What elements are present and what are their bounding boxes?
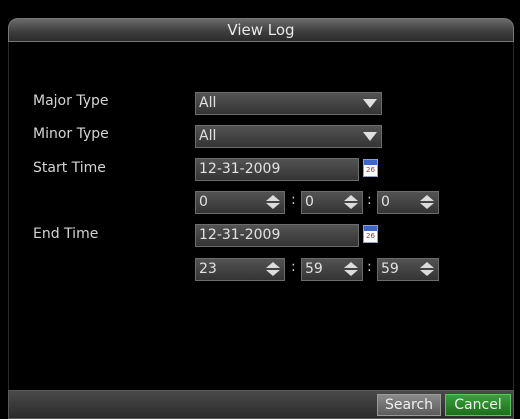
chevron-down-icon [363, 99, 377, 108]
spinner-icon[interactable] [266, 195, 280, 210]
end-date-input[interactable]: 12-31-2009 [195, 224, 359, 247]
search-button[interactable]: Search [377, 394, 441, 416]
end-second-value: 59 [381, 261, 399, 277]
spinner-icon[interactable] [420, 262, 434, 277]
end-hour-spinner[interactable]: 23 [195, 258, 285, 281]
time-separator: : [291, 259, 296, 275]
spinner-icon[interactable] [344, 195, 358, 210]
time-separator: : [367, 259, 372, 275]
minor-type-value: All [199, 128, 217, 144]
start-second-value: 0 [381, 194, 390, 210]
end-hour-value: 23 [199, 261, 217, 277]
end-minute-value: 59 [305, 261, 323, 277]
major-type-dropdown[interactable]: All [195, 92, 382, 115]
major-type-label: Major Type [33, 93, 109, 109]
window-title: View Log [227, 21, 295, 39]
calendar-day: 26 [366, 232, 375, 240]
chevron-down-icon [363, 132, 377, 141]
cancel-button[interactable]: Cancel [445, 394, 511, 416]
view-log-window: View Log Major Type All Minor Type All S… [0, 0, 520, 419]
start-date-value: 12-31-2009 [199, 161, 281, 177]
title-bar: View Log [8, 18, 514, 42]
start-minute-value: 0 [305, 194, 314, 210]
major-type-value: All [199, 95, 217, 111]
start-minute-spinner[interactable]: 0 [301, 191, 363, 214]
time-separator: : [367, 192, 372, 208]
calendar-icon[interactable]: 26 [363, 225, 378, 243]
end-second-spinner[interactable]: 59 [377, 258, 439, 281]
minor-type-dropdown[interactable]: All [195, 125, 382, 148]
calendar-day: 26 [366, 166, 375, 174]
start-time-label: Start Time [33, 160, 106, 176]
time-separator: : [291, 192, 296, 208]
spinner-icon[interactable] [266, 262, 280, 277]
form-area: Major Type All Minor Type All Start Time… [8, 42, 514, 390]
start-hour-value: 0 [199, 194, 208, 210]
footer-bar: Search Cancel [8, 390, 514, 419]
end-minute-spinner[interactable]: 59 [301, 258, 363, 281]
start-date-input[interactable]: 12-31-2009 [195, 158, 359, 181]
start-hour-spinner[interactable]: 0 [195, 191, 285, 214]
calendar-icon[interactable]: 26 [363, 159, 378, 177]
end-time-label: End Time [33, 226, 99, 242]
start-second-spinner[interactable]: 0 [377, 191, 439, 214]
end-date-value: 12-31-2009 [199, 227, 281, 243]
minor-type-label: Minor Type [33, 126, 109, 142]
spinner-icon[interactable] [420, 195, 434, 210]
spinner-icon[interactable] [344, 262, 358, 277]
